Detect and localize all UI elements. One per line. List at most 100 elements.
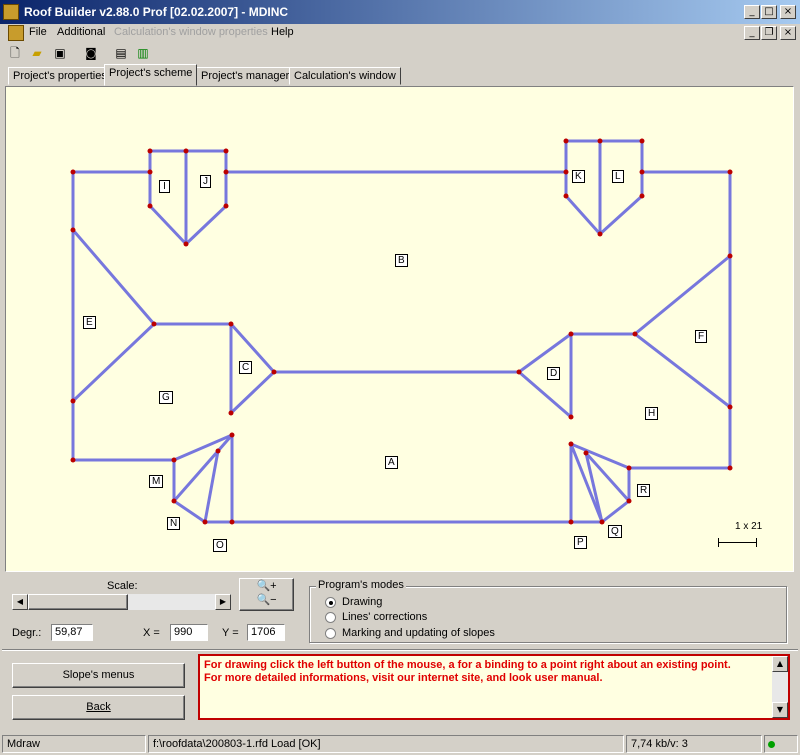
roof-edge-line[interactable] <box>633 332 732 409</box>
scroll-down-arrow[interactable]: ▼ <box>772 702 788 718</box>
slope-label-g[interactable]: G <box>159 391 173 404</box>
scale-left-arrow[interactable]: ◀ <box>12 594 28 610</box>
slope-label-o[interactable]: O <box>213 539 227 552</box>
child-minimize-button[interactable]: _ <box>744 26 760 40</box>
roof-vertex-point[interactable] <box>626 498 632 504</box>
zoom-button[interactable]: 🔍+ 🔍− <box>239 578 294 611</box>
roof-vertex-point[interactable] <box>639 169 645 175</box>
roof-scheme-canvas[interactable]: A B C D E F G H I J K L M N O P Q R 1 x 21 <box>5 86 794 572</box>
roof-edge-line[interactable] <box>229 370 276 415</box>
print-icon[interactable]: ▤ <box>112 45 130 61</box>
close-button[interactable]: × <box>780 5 796 19</box>
roof-vertex-point[interactable] <box>597 231 603 237</box>
slopes-menus-button[interactable]: Slope's menus <box>12 663 185 688</box>
roof-vertex-point[interactable] <box>626 465 632 471</box>
roof-edge-line[interactable] <box>517 332 573 374</box>
child-close-button[interactable]: × <box>780 26 796 40</box>
new-document-icon[interactable]: 🗋 <box>6 45 24 61</box>
slope-label-m[interactable]: M <box>149 475 164 488</box>
roof-vertex-point[interactable] <box>70 457 76 463</box>
roof-vertex-point[interactable] <box>597 138 603 144</box>
roof-vertex-point[interactable] <box>271 369 277 375</box>
roof-vertex-point[interactable] <box>171 457 177 463</box>
slope-label-n[interactable]: N <box>167 517 181 530</box>
roof-edge-line[interactable] <box>600 499 631 524</box>
child-restore-button[interactable]: ❐ <box>761 26 777 40</box>
roof-vertex-point[interactable] <box>202 519 208 525</box>
roof-vertex-point[interactable] <box>568 331 574 337</box>
app-icon[interactable] <box>3 4 19 20</box>
roof-vertex-point[interactable] <box>228 410 234 416</box>
roof-vertex-point[interactable] <box>639 193 645 199</box>
chart-icon[interactable]: ▥ <box>134 45 152 61</box>
slope-label-i[interactable]: I <box>159 180 170 193</box>
slope-label-q[interactable]: Q <box>608 525 622 538</box>
slope-label-a[interactable]: A <box>385 456 398 469</box>
slope-label-l[interactable]: L <box>612 170 624 183</box>
tab-calculations-window[interactable]: Calculation's window <box>289 67 401 85</box>
roof-vertex-point[interactable] <box>727 465 733 471</box>
roof-vertex-point[interactable] <box>563 193 569 199</box>
roof-vertex-point[interactable] <box>183 148 189 154</box>
slope-label-h[interactable]: H <box>645 407 659 420</box>
roof-vertex-point[interactable] <box>70 169 76 175</box>
slope-label-b[interactable]: B <box>395 254 408 267</box>
slope-label-f[interactable]: F <box>695 330 708 343</box>
mode-marking-slopes-label[interactable]: Marking and updating of slopes <box>342 627 495 639</box>
scroll-up-arrow[interactable]: ▲ <box>772 656 788 672</box>
slope-label-r[interactable]: R <box>637 484 651 497</box>
roof-vertex-point[interactable] <box>639 138 645 144</box>
minimize-button[interactable]: _ <box>744 5 760 19</box>
maximize-button[interactable]: □ <box>761 5 777 19</box>
menu-help[interactable]: Help <box>271 26 294 38</box>
roof-edge-line[interactable] <box>71 322 156 403</box>
slope-label-d[interactable]: D <box>547 367 561 380</box>
roof-vertex-point[interactable] <box>147 169 153 175</box>
roof-vertex-point[interactable] <box>568 414 574 420</box>
roof-vertex-point[interactable] <box>563 138 569 144</box>
preview-icon[interactable]: ◙ <box>82 45 100 61</box>
roof-edge-line[interactable] <box>184 204 228 246</box>
document-icon[interactable] <box>8 25 24 41</box>
roof-vertex-point[interactable] <box>727 169 733 175</box>
slope-label-p[interactable]: P <box>574 536 587 549</box>
slope-label-e[interactable]: E <box>83 316 96 329</box>
roof-vertex-point[interactable] <box>568 519 574 525</box>
roof-vertex-point[interactable] <box>70 227 76 233</box>
title-bar[interactable]: Roof Builder v2.88.0 Prof [02.02.2007] -… <box>0 0 800 24</box>
scale-slider[interactable]: ◀ ▶ <box>12 594 231 610</box>
roof-edge-line[interactable] <box>229 322 276 374</box>
roof-edge-line[interactable] <box>598 194 644 236</box>
y-coordinate-input[interactable]: 1706 <box>247 624 285 641</box>
scale-right-arrow[interactable]: ▶ <box>215 594 231 610</box>
roof-vertex-point[interactable] <box>568 441 574 447</box>
roof-vertex-point[interactable] <box>516 369 522 375</box>
roof-edge-line[interactable] <box>172 433 234 462</box>
menu-file[interactable]: File <box>29 26 47 38</box>
roof-vertex-point[interactable] <box>223 203 229 209</box>
slope-label-j[interactable]: J <box>200 175 211 188</box>
slope-label-k[interactable]: K <box>572 170 585 183</box>
save-disk-icon[interactable]: ▣ <box>51 45 69 61</box>
roof-vertex-point[interactable] <box>228 321 234 327</box>
roof-vertex-point[interactable] <box>147 148 153 154</box>
roof-edge-line[interactable] <box>517 370 573 419</box>
menu-additional[interactable]: Additional <box>57 26 105 38</box>
roof-vertex-point[interactable] <box>223 148 229 154</box>
roof-vertex-point[interactable] <box>183 241 189 247</box>
x-coordinate-input[interactable]: 990 <box>170 624 208 641</box>
roof-vertex-point[interactable] <box>599 519 605 525</box>
mode-drawing-label[interactable]: Drawing <box>342 596 382 608</box>
roof-vertex-point[interactable] <box>632 331 638 337</box>
roof-edge-line[interactable] <box>148 204 188 246</box>
roof-vertex-point[interactable] <box>727 404 733 410</box>
roof-vertex-point[interactable] <box>215 448 221 454</box>
roof-vertex-point[interactable] <box>229 432 235 438</box>
roof-vertex-point[interactable] <box>229 519 235 525</box>
roof-vertex-point[interactable] <box>583 450 589 456</box>
roof-vertex-point[interactable] <box>223 169 229 175</box>
roof-vertex-point[interactable] <box>147 203 153 209</box>
tab-projects-properties[interactable]: Project's properties <box>8 67 112 85</box>
message-scrollbar[interactable]: ▲ ▼ <box>772 656 788 718</box>
menu-calculation-window-properties[interactable]: Calculation's window properties <box>114 26 268 38</box>
